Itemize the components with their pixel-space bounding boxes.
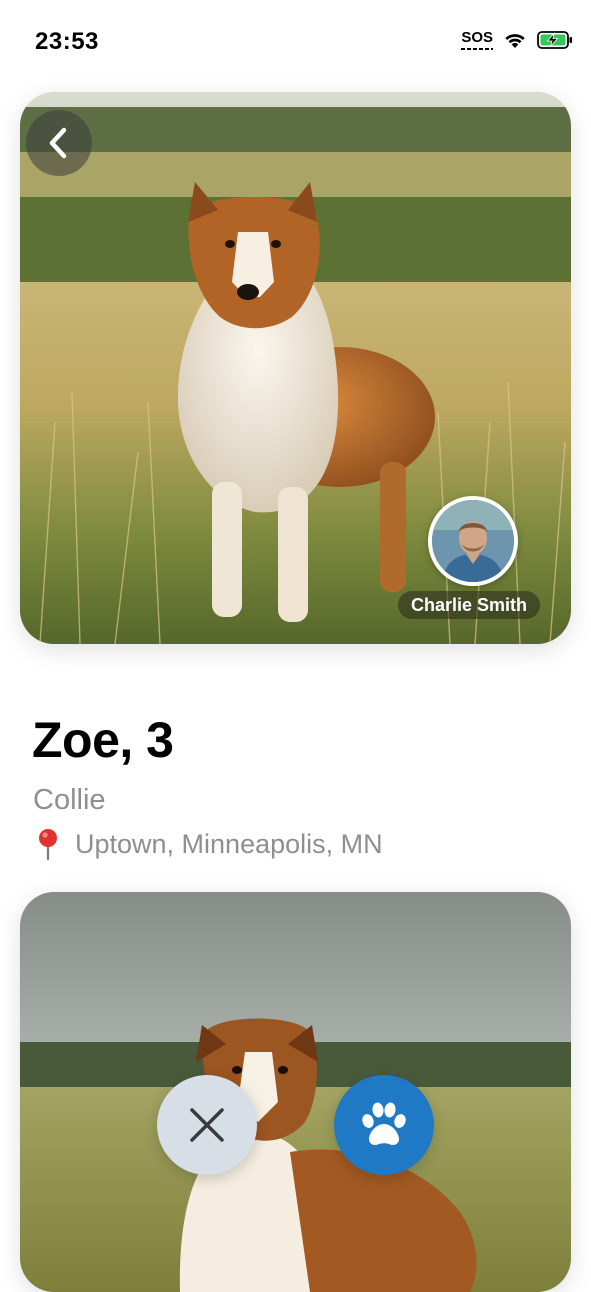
back-button[interactable]	[26, 110, 92, 176]
pin-icon	[39, 829, 57, 860]
pet-location: Uptown, Minneapolis, MN	[33, 826, 383, 862]
pet-photo-secondary[interactable]	[20, 892, 571, 1292]
dislike-button[interactable]	[157, 1075, 257, 1175]
paw-icon	[362, 1102, 406, 1145]
pet-photo-secondary-image	[20, 892, 571, 1292]
battery-charging-icon	[537, 31, 572, 49]
pet-photo-main[interactable]: Charlie Smith	[20, 92, 571, 644]
owner-avatar-image	[432, 500, 514, 582]
chevron-left-icon	[49, 127, 67, 159]
status-time: 23:53	[35, 28, 99, 55]
owner-avatar[interactable]	[428, 496, 518, 586]
pet-breed: Collie	[33, 784, 106, 816]
close-icon	[190, 1108, 224, 1142]
owner-name[interactable]: Charlie Smith	[398, 591, 541, 619]
sos-indicator: SOS	[461, 30, 493, 50]
wifi-icon	[505, 34, 525, 48]
status-bar: 23:53 SOS	[0, 0, 591, 80]
status-icons: SOS	[461, 30, 573, 50]
like-button[interactable]	[334, 1075, 434, 1175]
pet-location-text: Uptown, Minneapolis, MN	[75, 829, 383, 859]
pet-name-age: Zoe, 3	[32, 712, 174, 768]
